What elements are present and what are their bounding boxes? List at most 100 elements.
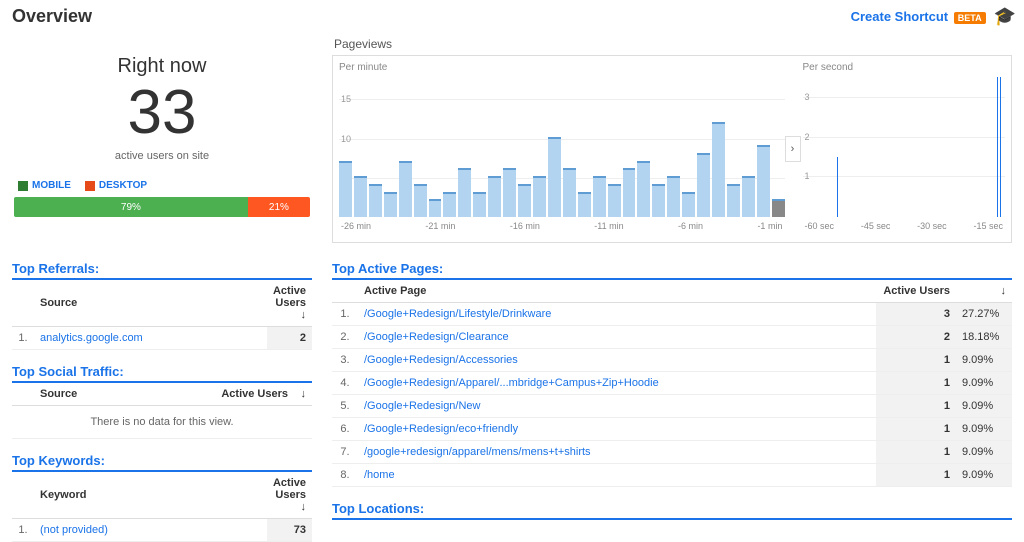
graduation-cap-icon[interactable]: 🎓 (994, 6, 1016, 27)
no-data-message: There is no data for this view. (12, 406, 312, 439)
bar (712, 124, 725, 217)
row-index: 7. (332, 441, 358, 464)
per-second-chart: Per second 3 2 1 -60 sec -45 sec -30 sec… (797, 56, 1012, 242)
bar (608, 186, 621, 217)
row-link[interactable]: /google+redesign/apparel/mens/mens+t+shi… (358, 441, 876, 464)
table-row: 7. /google+redesign/apparel/mens/mens+t+… (332, 441, 1012, 464)
table-row: 6. /Google+Redesign/eco+friendly 1 9.09% (332, 418, 1012, 441)
row-users: 1 (876, 418, 956, 441)
top-active-pages-section: Top Active Pages: Active Page Active Use… (332, 261, 1012, 487)
row-pct: 27.27% (956, 303, 1012, 326)
xtick: -6 min (678, 221, 703, 231)
row-index: 1. (332, 303, 358, 326)
row-link[interactable]: analytics.google.com (34, 327, 267, 350)
top-social-section: Top Social Traffic: Source Active Users … (12, 364, 312, 439)
col-active-users[interactable]: Active Users (876, 280, 956, 303)
legend-mobile-label: MOBILE (32, 180, 71, 191)
bar (533, 178, 546, 217)
bar (772, 201, 785, 217)
row-pct: 9.09% (956, 395, 1012, 418)
bar (727, 186, 740, 217)
xtick: -26 min (341, 221, 371, 231)
row-users: 2 (267, 327, 312, 350)
row-users: 1 (876, 349, 956, 372)
row-index: 2. (332, 326, 358, 349)
bar (623, 170, 636, 217)
table-row: 1. /Google+Redesign/Lifestyle/Drinkware … (332, 303, 1012, 326)
row-users: 1 (876, 372, 956, 395)
xtick: -45 sec (861, 221, 891, 231)
col-source[interactable]: Source (34, 383, 134, 406)
row-link[interactable]: /Google+Redesign/Clearance (358, 326, 876, 349)
row-pct: 18.18% (956, 326, 1012, 349)
section-heading: Top Social Traffic: (12, 364, 312, 383)
row-link[interactable]: /Google+Redesign/Accessories (358, 349, 876, 372)
bar (593, 178, 606, 217)
per-minute-chart: Per minute 15 10 5 -26 min -21 min -16 m… (333, 56, 791, 242)
right-now-card: Right now 33 active users on site MOBILE… (12, 35, 312, 243)
xtick: -1 min (757, 221, 782, 231)
row-users: 2 (876, 326, 956, 349)
section-heading: Top Locations: (332, 501, 1012, 520)
bar (1000, 77, 1001, 217)
row-users: 73 (267, 519, 312, 542)
bar (414, 186, 427, 217)
row-link[interactable]: /Google+Redesign/Apparel/...mbridge+Camp… (358, 372, 876, 395)
row-pct: 9.09% (956, 441, 1012, 464)
col-source[interactable]: Source (34, 280, 267, 327)
row-link[interactable]: /Google+Redesign/Lifestyle/Drinkware (358, 303, 876, 326)
per-minute-label: Per minute (339, 62, 785, 73)
row-index: 4. (332, 372, 358, 395)
active-users-count: 33 (12, 82, 312, 144)
create-shortcut-link[interactable]: Create Shortcut BETA (851, 9, 986, 24)
arrow-down-icon: ↓ (301, 388, 307, 400)
row-index: 1. (12, 327, 34, 350)
legend-desktop: DESKTOP (85, 180, 147, 191)
col-active-users[interactable]: Active Users ↓ (267, 280, 312, 327)
bar (339, 163, 352, 217)
legend-mobile: MOBILE (18, 180, 71, 191)
top-locations-section: Top Locations: (332, 501, 1012, 520)
create-shortcut-label: Create Shortcut (851, 9, 949, 24)
table-row: 1. (not provided) 73 (12, 519, 312, 542)
beta-badge: BETA (954, 12, 986, 24)
bar (652, 186, 665, 217)
row-index: 1. (12, 519, 34, 542)
table-row: 8. /home 1 9.09% (332, 464, 1012, 487)
bar (682, 194, 695, 217)
xtick: -16 min (510, 221, 540, 231)
table-row: 2. /Google+Redesign/Clearance 2 18.18% (332, 326, 1012, 349)
row-users: 1 (876, 395, 956, 418)
row-users: 1 (876, 464, 956, 487)
row-link[interactable]: /Google+Redesign/eco+friendly (358, 418, 876, 441)
top-referrals-section: Top Referrals: Source Active Users ↓ 1. … (12, 261, 312, 350)
row-link[interactable]: (not provided) (34, 519, 267, 542)
col-active-users[interactable]: Active Users ↓ (267, 472, 312, 519)
square-icon (18, 181, 28, 191)
row-index: 8. (332, 464, 358, 487)
col-active-page[interactable]: Active Page (358, 280, 876, 303)
row-link[interactable]: /Google+Redesign/New (358, 395, 876, 418)
section-heading: Top Active Pages: (332, 261, 1012, 280)
row-index: 3. (332, 349, 358, 372)
table-row: 5. /Google+Redesign/New 1 9.09% (332, 395, 1012, 418)
bar (518, 186, 531, 217)
xtick: -60 sec (805, 221, 835, 231)
bar (503, 170, 516, 217)
bar (563, 170, 576, 217)
right-now-title: Right now (12, 55, 312, 78)
row-link[interactable]: /home (358, 464, 876, 487)
pageviews-title: Pageviews (334, 37, 1012, 51)
bar (399, 163, 412, 217)
xtick: -21 min (425, 221, 455, 231)
page-title: Overview (12, 6, 92, 27)
col-keyword[interactable]: Keyword (34, 472, 267, 519)
top-keywords-section: Top Keywords: Keyword Active Users ↓ 1. … (12, 453, 312, 542)
row-pct: 9.09% (956, 372, 1012, 395)
bar (384, 194, 397, 217)
table-row: 4. /Google+Redesign/Apparel/...mbridge+C… (332, 372, 1012, 395)
col-active-users[interactable]: Active Users (134, 383, 294, 406)
bar (473, 194, 486, 217)
bar (354, 178, 367, 217)
bar (458, 170, 471, 217)
